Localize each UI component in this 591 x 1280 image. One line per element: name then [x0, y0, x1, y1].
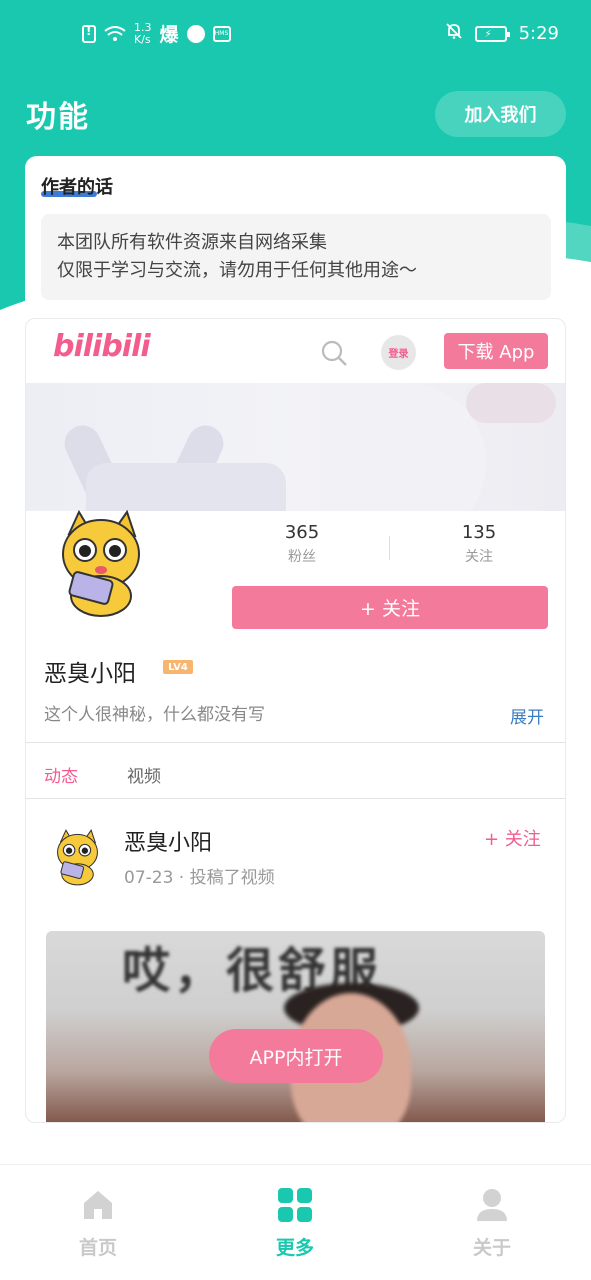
bell-off-icon [445, 22, 463, 45]
video-thumbnail[interactable]: 哎，很舒服 [46, 931, 545, 1122]
author-note-title: 作者的话 [41, 177, 113, 198]
following-label: 关注 [465, 549, 493, 565]
tab-video[interactable]: 视频 [127, 762, 161, 787]
nav-item-more[interactable]: 更多 [255, 1187, 335, 1260]
level-badge: LV4 [163, 660, 193, 674]
status-bar: 1.3 K/s 爆 HMS ⚡ 5:29 [0, 0, 591, 70]
login-button[interactable]: 登录 [381, 335, 416, 370]
post-author-avatar[interactable] [50, 826, 105, 888]
join-us-button[interactable]: 加入我们 [435, 91, 566, 137]
stats-divider [389, 536, 390, 560]
status-left: 1.3 K/s 爆 HMS [82, 20, 231, 47]
expand-link[interactable]: 展开 [510, 703, 544, 728]
home-icon [84, 1191, 112, 1219]
post-meta: 07-23 · 投稿了视频 [124, 868, 275, 888]
page-title: 功能 [26, 100, 90, 135]
net-speed: 1.3 K/s [134, 20, 152, 46]
sim-alert-icon [82, 24, 96, 43]
banner-shape [466, 383, 556, 423]
status-time: 5:29 [518, 23, 559, 44]
status-right: ⚡ 5:29 [445, 22, 559, 45]
nav-item-home[interactable]: 首页 [58, 1187, 138, 1260]
fans-count: 365 [284, 522, 320, 543]
net-speed-value: 1.3 [134, 20, 152, 34]
fans-stat[interactable]: 365 粉丝 [252, 522, 352, 566]
user-bio: 这个人很神秘，什么都没有写 [44, 705, 265, 725]
author-note-line1: 本团队所有软件资源来自网络采集 [57, 232, 327, 253]
fans-label: 粉丝 [288, 549, 316, 565]
bilibili-logo[interactable]: bilibili [53, 329, 151, 364]
download-app-button[interactable]: 下载 App [444, 333, 548, 369]
basketball-icon [186, 24, 205, 43]
follow-button[interactable]: + 关注 [232, 586, 548, 629]
user-avatar[interactable] [51, 504, 151, 622]
author-note-line2: 仅限于学习与交流，请勿用于任何其他用途～ [57, 260, 417, 281]
grid-icon [278, 1188, 312, 1222]
author-note-box: 本团队所有软件资源来自网络采集 仅限于学习与交流，请勿用于任何其他用途～ [41, 214, 551, 300]
nav-item-about[interactable]: 关于 [452, 1187, 532, 1260]
user-stats: 365 粉丝 135 关注 [232, 522, 548, 572]
person-icon [477, 1189, 507, 1221]
author-note-card: 作者的话 本团队所有软件资源来自网络采集 仅限于学习与交流，请勿用于任何其他用途… [25, 156, 566, 314]
wifi-icon [104, 25, 126, 42]
nav-label-home: 首页 [78, 1237, 117, 1259]
post-author-name[interactable]: 恶臭小阳 [124, 825, 212, 857]
hms-icon: HMS [212, 25, 231, 42]
bilibili-webview-card: bilibili 登录 下载 App 365 粉丝 135 关注 + 关注 恶臭… [25, 318, 566, 1123]
post-follow-button[interactable]: + 关注 [484, 825, 541, 851]
following-stat[interactable]: 135 关注 [429, 522, 529, 566]
nav-label-more: 更多 [275, 1237, 314, 1259]
following-count: 135 [461, 522, 497, 543]
divider [26, 742, 565, 743]
nav-label-about: 关于 [472, 1237, 511, 1259]
open-in-app-button[interactable]: APP内打开 [209, 1029, 383, 1083]
bottom-navigation: 首页 更多 关于 [0, 1164, 591, 1280]
banner-shape [326, 383, 486, 511]
divider [26, 798, 565, 799]
tab-dynamic[interactable]: 动态 [44, 762, 78, 787]
search-icon[interactable] [320, 339, 348, 367]
battery-icon: ⚡ [474, 25, 510, 42]
net-speed-unit: K/s [134, 32, 151, 46]
profile-banner [26, 383, 565, 511]
username: 恶臭小阳 [44, 661, 136, 687]
bao-label: 爆 [159, 24, 179, 46]
